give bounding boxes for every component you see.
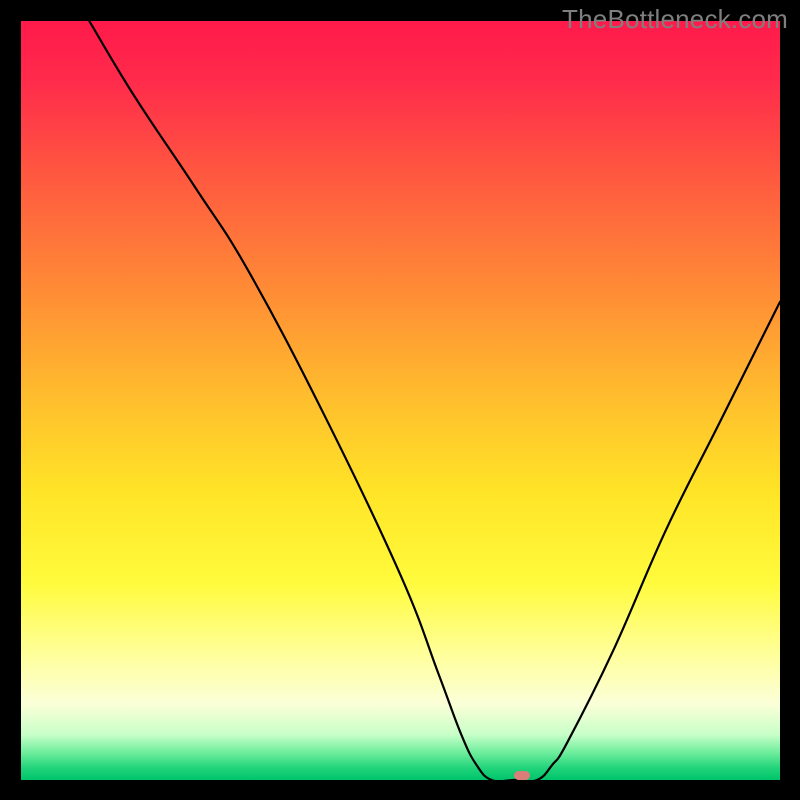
background-gradient [21, 21, 780, 780]
plot-area: #curve-path{stroke-width:2.2px} [21, 21, 780, 780]
optimal-marker [514, 771, 531, 780]
chart-frame: TheBottleneck.com #curve-path{stroke-wid… [0, 0, 800, 800]
watermark-label: TheBottleneck.com [562, 4, 788, 35]
